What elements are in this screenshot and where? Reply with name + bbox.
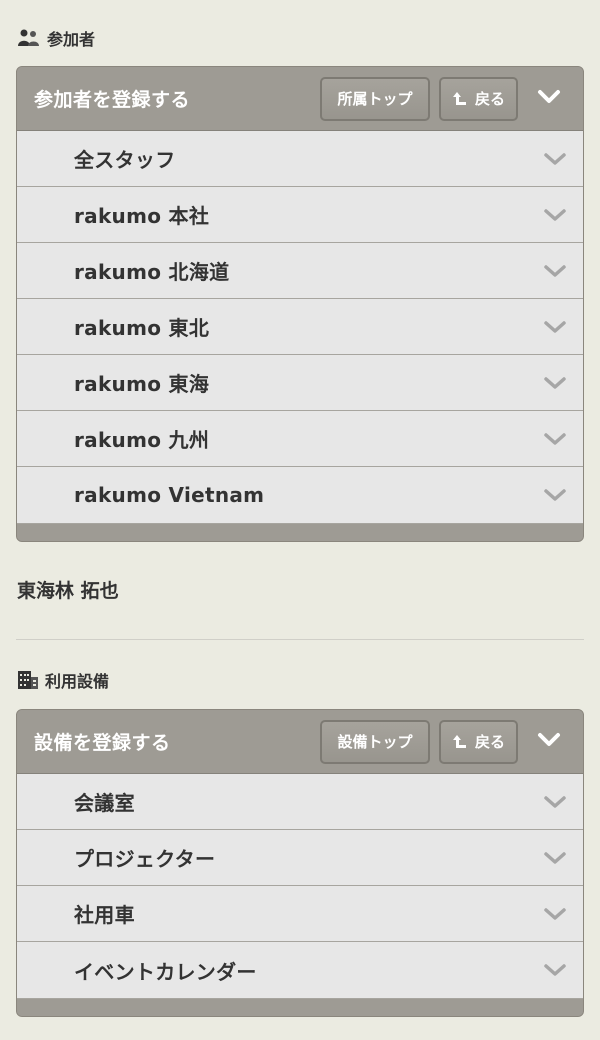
item-label: イベントカレンダー xyxy=(74,959,257,984)
participant-group-list: 全スタッフ rakumo 本社 rakumo 北海道 rakumo 東北 rak… xyxy=(17,131,583,523)
chevron-down-icon[interactable] xyxy=(543,907,567,921)
panel-footer xyxy=(17,523,583,541)
chevron-down-icon[interactable] xyxy=(543,488,567,502)
facility-register-panel: 設備を登録する 設備トップ 戻る 会議室 プロジェクター 社用車 イベントカレン… xyxy=(16,709,584,1017)
list-item[interactable]: rakumo 北海道 xyxy=(17,243,583,299)
panel-title: 参加者を登録する xyxy=(34,89,191,111)
panel-header: 参加者を登録する 所属トップ 戻る xyxy=(17,67,583,131)
back-button[interactable]: 戻る xyxy=(439,719,518,764)
item-label: rakumo 東海 xyxy=(74,372,210,396)
participants-heading-label: 参加者 xyxy=(47,30,96,49)
back-label: 戻る xyxy=(474,90,505,108)
chevron-down-icon[interactable] xyxy=(543,963,567,977)
affiliation-top-label: 所属トップ xyxy=(337,90,413,108)
panel-header: 設備を登録する 設備トップ 戻る xyxy=(17,710,583,774)
item-label: プロジェクター xyxy=(74,847,216,871)
item-label: rakumo 本社 xyxy=(74,204,210,228)
item-label: rakumo 東北 xyxy=(74,316,210,340)
list-item[interactable]: 会議室 xyxy=(17,774,583,830)
list-item[interactable]: rakumo 東海 xyxy=(17,355,583,411)
list-item[interactable]: イベントカレンダー xyxy=(17,942,583,998)
back-button[interactable]: 戻る xyxy=(439,76,518,121)
building-icon xyxy=(17,670,39,690)
panel-footer xyxy=(17,998,583,1016)
facility-top-button[interactable]: 設備トップ xyxy=(320,719,430,764)
item-label: rakumo 九州 xyxy=(74,428,210,452)
list-item[interactable]: 全スタッフ xyxy=(17,131,583,187)
chevron-down-icon[interactable] xyxy=(543,795,567,809)
facility-top-label: 設備トップ xyxy=(337,733,413,751)
list-item[interactable]: rakumo 本社 xyxy=(17,187,583,243)
list-item[interactable]: プロジェクター xyxy=(17,830,583,886)
chevron-down-icon[interactable] xyxy=(543,264,567,278)
affiliation-top-button[interactable]: 所属トップ xyxy=(320,76,430,121)
facilities-heading: 利用設備 xyxy=(17,668,109,692)
section-divider xyxy=(16,639,584,640)
item-label: 全スタッフ xyxy=(74,148,176,172)
list-item[interactable]: rakumo Vietnam xyxy=(17,467,583,523)
item-label: 会議室 xyxy=(74,791,135,815)
back-label: 戻る xyxy=(474,733,505,751)
chevron-down-icon[interactable] xyxy=(543,320,567,334)
participant-register-panel: 参加者を登録する 所属トップ 戻る 全スタッフ rakumo 本社 rakumo… xyxy=(16,66,584,542)
panel-title: 設備を登録する xyxy=(34,732,171,754)
collapse-button[interactable] xyxy=(529,732,569,752)
chevron-down-icon[interactable] xyxy=(543,152,567,166)
chevron-down-icon[interactable] xyxy=(543,208,567,222)
item-label: 社用車 xyxy=(74,903,135,927)
return-arrow-icon xyxy=(452,91,468,107)
selected-participant: 東海林 拓也 xyxy=(17,580,119,602)
list-item[interactable]: rakumo 東北 xyxy=(17,299,583,355)
item-label: rakumo 北海道 xyxy=(74,260,230,284)
facility-list: 会議室 プロジェクター 社用車 イベントカレンダー xyxy=(17,774,583,998)
chevron-down-icon[interactable] xyxy=(543,432,567,446)
people-icon xyxy=(17,28,41,48)
list-item[interactable]: rakumo 九州 xyxy=(17,411,583,467)
chevron-down-icon[interactable] xyxy=(543,851,567,865)
participants-heading: 参加者 xyxy=(17,26,95,50)
chevron-down-icon xyxy=(537,732,561,752)
facilities-heading-label: 利用設備 xyxy=(45,672,110,691)
list-item[interactable]: 社用車 xyxy=(17,886,583,942)
chevron-down-icon xyxy=(537,89,561,109)
collapse-button[interactable] xyxy=(529,89,569,109)
return-arrow-icon xyxy=(452,734,468,750)
chevron-down-icon[interactable] xyxy=(543,376,567,390)
item-label: rakumo Vietnam xyxy=(74,483,265,507)
